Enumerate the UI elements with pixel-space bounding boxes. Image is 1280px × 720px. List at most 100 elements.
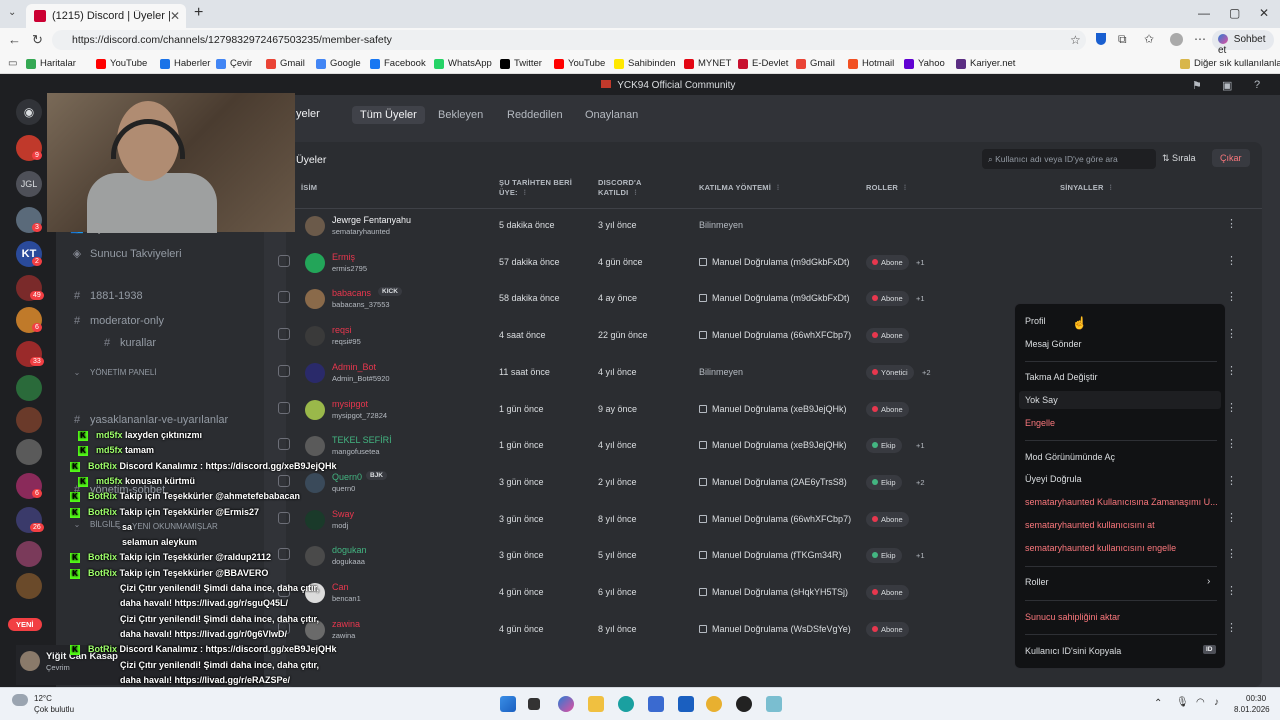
row-more-icon[interactable]: ⋮ xyxy=(1226,254,1237,267)
bookmark-item[interactable]: Kariyer.net xyxy=(956,58,1015,69)
role-pill[interactable]: Abone xyxy=(866,291,909,307)
member-name[interactable]: Admin_Bot xyxy=(332,362,376,372)
outlook-icon[interactable] xyxy=(678,696,694,712)
copilot-taskbar-icon[interactable] xyxy=(558,696,574,712)
discord-home-icon[interactable]: ◉ xyxy=(16,99,42,125)
member-name[interactable]: dogukan xyxy=(332,545,367,555)
start-icon[interactable] xyxy=(500,696,516,712)
role-pill[interactable]: Abone xyxy=(866,511,909,527)
chrome-icon[interactable] xyxy=(706,696,722,712)
browser-tab[interactable]: (1215) Discord | Üyeler | YCK94 Of... ✕ xyxy=(26,4,186,28)
close-tab-icon[interactable]: ✕ xyxy=(170,9,180,23)
context-menu-item[interactable]: Kullanıcı ID'sini Kopyala xyxy=(1025,646,1121,656)
bookmark-item[interactable]: Facebook xyxy=(370,58,426,69)
row-more-icon[interactable]: ⋮ xyxy=(1226,621,1237,634)
wifi-icon[interactable]: ◠ xyxy=(1196,697,1205,708)
member-name[interactable]: Sway xyxy=(332,509,354,519)
member-search-input[interactable]: ⌕ Kullanıcı adı veya ID'ye göre ara xyxy=(982,149,1156,169)
context-menu-item[interactable]: Mod Görünümünde Aç xyxy=(1025,452,1115,462)
table-row[interactable]: Jewrge Fentanyahu semataryhaunted 5 dakika… xyxy=(278,208,1262,244)
row-more-icon[interactable]: ⋮ xyxy=(1226,437,1237,450)
row-checkbox[interactable] xyxy=(278,291,290,304)
avatar[interactable] xyxy=(305,216,325,236)
context-menu-item[interactable]: Mesaj Gönder xyxy=(1025,339,1082,349)
avatar[interactable] xyxy=(305,436,325,457)
row-more-icon[interactable]: ⋮ xyxy=(1226,290,1237,303)
server-icon[interactable] xyxy=(16,573,42,599)
edge-icon[interactable] xyxy=(618,696,634,712)
bookmark-item[interactable]: E-Devlet xyxy=(738,58,788,69)
avatar[interactable] xyxy=(305,472,325,493)
weather-icon[interactable] xyxy=(12,694,28,706)
bookmark-item[interactable]: YouTube xyxy=(554,58,605,69)
context-menu-item[interactable]: Sunucu sahipliğini aktar xyxy=(1025,612,1120,622)
row-more-icon[interactable]: ⋮ xyxy=(1226,217,1237,230)
mic-icon[interactable]: 🎙 xyxy=(1176,697,1189,708)
column-header[interactable]: KATILMA YÖNTEMİ ⫶ xyxy=(699,183,839,193)
maximize-icon[interactable]: ▢ xyxy=(1229,6,1240,20)
bookmark-item[interactable]: Yahoo xyxy=(904,58,945,69)
extensions-icon[interactable]: ⧉ xyxy=(1118,32,1127,47)
role-pill[interactable]: Ekip xyxy=(866,548,902,564)
row-checkbox[interactable] xyxy=(278,328,290,341)
context-menu-item[interactable]: Roller xyxy=(1025,577,1049,587)
inbox-icon[interactable]: ▣ xyxy=(1222,79,1232,92)
server-icon[interactable] xyxy=(16,439,42,465)
row-checkbox[interactable] xyxy=(278,254,290,267)
extra-roles-count[interactable]: +2 xyxy=(916,478,925,487)
bookmark-item[interactable]: Hotmail xyxy=(848,58,894,69)
server-icon[interactable] xyxy=(16,407,42,433)
url-field[interactable]: https://discord.com/channels/12798329724… xyxy=(52,30,1086,50)
member-name[interactable]: zawina xyxy=(332,619,360,629)
favorites-icon[interactable]: ✩ xyxy=(1144,32,1154,46)
channel-item[interactable]: # yasaklananlar-ve-uyarılanlar xyxy=(70,414,228,426)
user-avatar[interactable] xyxy=(20,651,40,671)
channel-item[interactable]: # kurallar xyxy=(100,337,156,349)
role-pill[interactable]: Abone xyxy=(866,585,909,600)
server-icon[interactable] xyxy=(16,541,42,567)
profile-avatar[interactable] xyxy=(1170,33,1183,46)
channel-item[interactable]: #1881-1938 xyxy=(70,290,143,302)
tray-chevron-icon[interactable]: ⌃ xyxy=(1154,698,1162,709)
store-icon[interactable] xyxy=(648,696,664,712)
row-checkbox[interactable] xyxy=(278,511,290,524)
context-menu-item[interactable]: semataryhaunted kullanıcısını engelle xyxy=(1025,543,1176,553)
context-menu-item[interactable]: semataryhaunted Kullanıcısına Zamanaşımı… xyxy=(1025,497,1218,507)
extra-roles-count[interactable]: +1 xyxy=(916,258,925,267)
role-pill[interactable]: Yönetici xyxy=(866,364,914,380)
column-header[interactable]: DISCORD'A KATILDI ⫶ xyxy=(598,178,678,198)
column-header[interactable]: ROLLER ⫶ xyxy=(866,183,946,193)
row-checkbox[interactable] xyxy=(278,364,290,377)
tab-0[interactable]: Tüm Üyeler xyxy=(352,106,425,124)
row-checkbox[interactable] xyxy=(278,548,290,561)
context-menu-item[interactable]: Yok Say xyxy=(1025,395,1058,405)
inbox-flag-icon[interactable]: ⚑ xyxy=(1192,79,1202,92)
avatar[interactable] xyxy=(305,546,325,567)
row-checkbox[interactable] xyxy=(278,438,290,451)
member-name[interactable]: reqsi xyxy=(332,325,352,335)
other-bookmarks[interactable]: Diğer sık kullanılanlar xyxy=(1180,58,1280,69)
role-pill[interactable]: Abone xyxy=(866,401,909,417)
context-menu-item[interactable]: semataryhaunted kullanıcısını at xyxy=(1025,520,1155,530)
column-header[interactable]: ŞU TARİHTEN BERİ ÜYE: ⫶ xyxy=(499,178,579,198)
clock-time[interactable]: 00:30 xyxy=(1246,694,1266,703)
window-close-icon[interactable]: ✕ xyxy=(1259,6,1269,20)
bookmark-item[interactable]: Twitter xyxy=(500,58,542,69)
server-icon[interactable] xyxy=(16,375,42,401)
context-menu-item[interactable]: Profil xyxy=(1025,316,1046,326)
tab-list-icon[interactable]: ⌄ xyxy=(8,7,16,18)
context-menu-item[interactable]: Üyeyi Doğrula xyxy=(1025,474,1082,484)
column-header[interactable]: SİNYALLER ⫶ xyxy=(1060,183,1180,193)
more-icon[interactable]: ⋯ xyxy=(1194,32,1206,46)
member-name[interactable]: Quern0 xyxy=(332,472,362,482)
row-more-icon[interactable]: ⋮ xyxy=(1226,547,1237,560)
server-icon-jgl[interactable]: JGL xyxy=(16,171,42,197)
avatar[interactable] xyxy=(305,252,325,273)
avatar[interactable] xyxy=(305,289,325,310)
role-pill[interactable]: Abone xyxy=(866,254,909,270)
new-tab-icon[interactable]: + xyxy=(194,4,203,22)
row-more-icon[interactable]: ⋮ xyxy=(1226,327,1237,340)
bookmark-item[interactable]: Çevir xyxy=(216,58,252,69)
reading-list-icon[interactable]: ▭ xyxy=(8,58,17,69)
bookmark-item[interactable]: Gmail xyxy=(266,58,305,69)
